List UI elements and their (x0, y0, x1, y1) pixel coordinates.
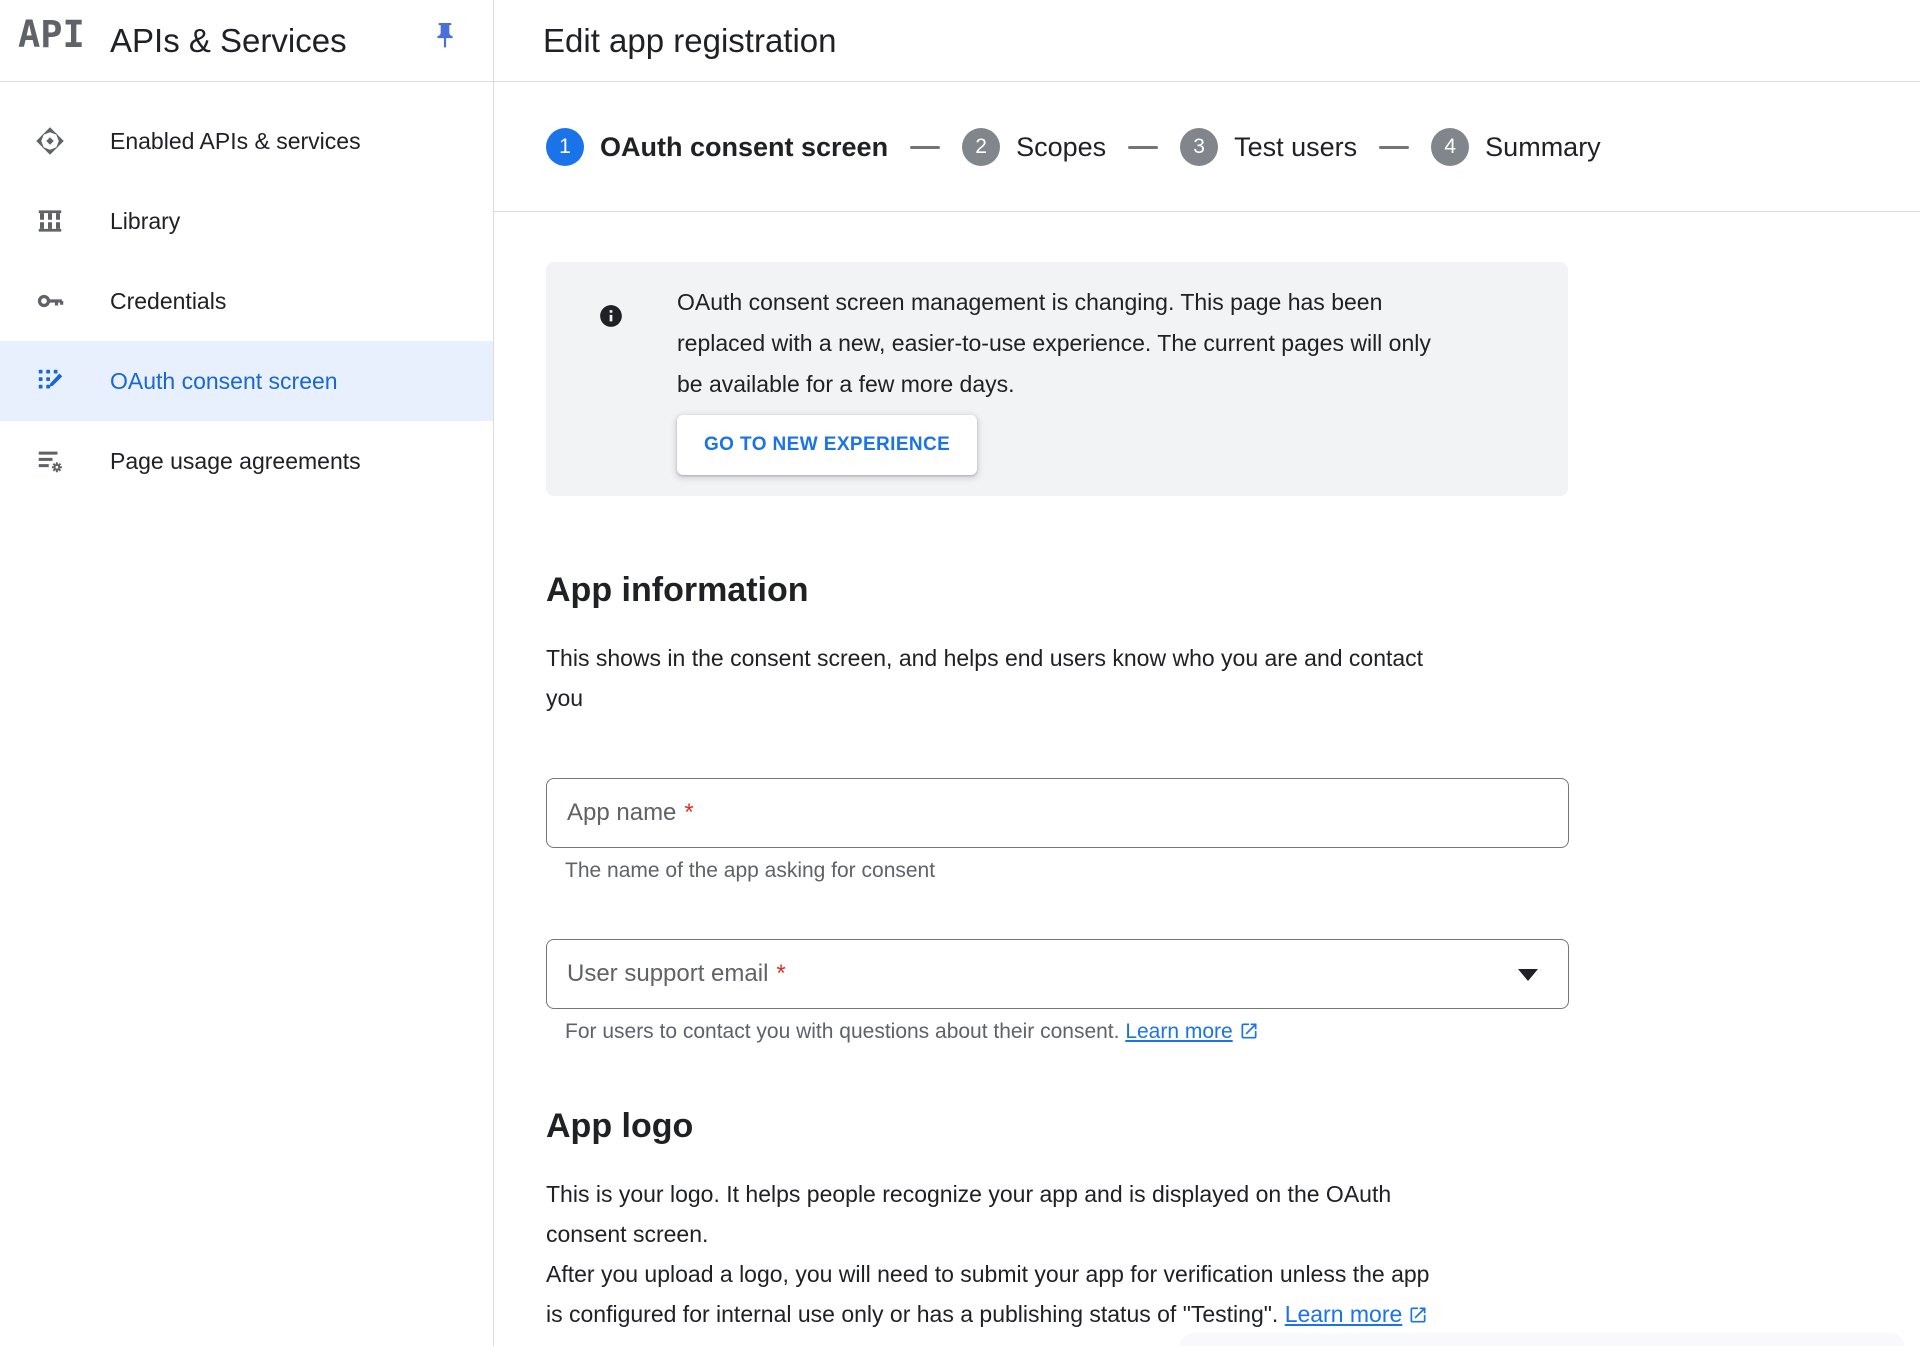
step-connector (1379, 146, 1409, 149)
sidebar-item-label: Credentials (110, 288, 226, 315)
description-line: consent screen. (546, 1214, 1920, 1254)
sidebar-item-page-usage-agreements[interactable]: Page usage agreements (0, 421, 493, 501)
step-connector (910, 146, 940, 149)
content-area: OAuth consent screen management is chang… (494, 212, 1920, 1334)
top-header: API APIs & Services Edit app registratio… (0, 0, 1920, 82)
description-text: is configured for internal use only or h… (546, 1301, 1285, 1327)
app-name-placeholder: App name (567, 799, 676, 827)
support-email-placeholder: User support email (567, 960, 768, 988)
sidebar-item-enabled-apis[interactable]: Enabled APIs & services (0, 101, 493, 181)
helper-text: For users to contact you with questions … (565, 1020, 1125, 1043)
app-logo-description: This is your logo. It helps people recog… (546, 1174, 1920, 1334)
sidebar-item-label: Page usage agreements (110, 448, 361, 475)
info-icon (598, 303, 624, 329)
step-label: OAuth consent screen (600, 132, 888, 163)
deprecation-banner: OAuth consent screen management is chang… (546, 262, 1568, 496)
support-email-field-group: User support email * For users to contac… (546, 939, 1920, 1044)
sidebar-item-label: Library (110, 208, 180, 235)
user-support-email-select[interactable]: User support email * (546, 939, 1569, 1009)
description-line: This shows in the consent screen, and he… (546, 638, 1920, 678)
open-in-new-icon (1239, 1021, 1259, 1041)
app-name-input[interactable]: App name * (546, 778, 1569, 848)
banner-line: OAuth consent screen management is chang… (677, 282, 1431, 323)
enabled-apis-icon (35, 126, 65, 156)
app-name-field-group: App name * The name of the app asking fo… (546, 778, 1920, 883)
step-number-badge: 2 (962, 128, 1000, 166)
sidebar-item-credentials[interactable]: Credentials (0, 261, 493, 341)
sidebar-item-label: OAuth consent screen (110, 368, 338, 395)
product-title: APIs & Services (110, 0, 347, 82)
sidebar-item-oauth-consent-screen[interactable]: OAuth consent screen (0, 341, 493, 421)
step-scopes[interactable]: 2 Scopes (962, 128, 1106, 166)
required-asterisk: * (684, 799, 693, 827)
step-label: Summary (1485, 132, 1601, 163)
main-panel: 1 OAuth consent screen 2 Scopes 3 Test u… (494, 83, 1920, 1346)
open-in-new-icon (1408, 1305, 1428, 1325)
banner-line: replaced with a new, easier-to-use exper… (677, 323, 1431, 364)
banner-message: OAuth consent screen management is chang… (677, 282, 1431, 405)
agreements-icon (35, 446, 65, 476)
api-logo: API (18, 13, 85, 56)
pin-icon[interactable] (432, 19, 458, 53)
bottom-cutoff-element (1180, 1333, 1904, 1346)
description-line: This is your logo. It helps people recog… (546, 1174, 1920, 1214)
banner-line: be available for a few more days. (677, 364, 1431, 405)
page-title: Edit app registration (543, 0, 837, 82)
description-line: After you upload a logo, you will need t… (546, 1254, 1920, 1294)
app-information-description: This shows in the consent screen, and he… (546, 638, 1920, 718)
app-information-heading: App information (546, 570, 1920, 610)
step-test-users[interactable]: 3 Test users (1180, 128, 1357, 166)
step-number-badge: 1 (546, 128, 584, 166)
support-email-helper-text: For users to contact you with questions … (565, 1019, 1920, 1044)
sidebar-item-library[interactable]: Library (0, 181, 493, 261)
step-oauth-consent-screen[interactable]: 1 OAuth consent screen (546, 128, 888, 166)
step-label: Test users (1234, 132, 1357, 163)
description-line: is configured for internal use only or h… (546, 1294, 1920, 1334)
step-summary[interactable]: 4 Summary (1431, 128, 1601, 166)
required-asterisk: * (776, 960, 785, 988)
library-icon (35, 206, 65, 236)
chevron-down-icon (1518, 969, 1538, 981)
app-name-helper-text: The name of the app asking for consent (565, 858, 1920, 883)
learn-more-link[interactable]: Learn more (1285, 1301, 1403, 1327)
sidebar-item-label: Enabled APIs & services (110, 128, 361, 155)
registration-stepper: 1 OAuth consent screen 2 Scopes 3 Test u… (494, 83, 1920, 212)
consent-screen-icon (35, 366, 65, 396)
key-icon (35, 286, 65, 316)
go-to-new-experience-button[interactable]: GO TO NEW EXPERIENCE (677, 415, 977, 475)
step-label: Scopes (1016, 132, 1106, 163)
sidebar-nav: Enabled APIs & services Library Credenti… (0, 83, 493, 1346)
learn-more-link[interactable]: Learn more (1125, 1020, 1232, 1043)
step-number-badge: 3 (1180, 128, 1218, 166)
sidebar-divider (493, 0, 494, 1346)
step-connector (1128, 146, 1158, 149)
app-logo-heading: App logo (546, 1106, 1920, 1146)
description-line: you (546, 678, 1920, 718)
step-number-badge: 4 (1431, 128, 1469, 166)
